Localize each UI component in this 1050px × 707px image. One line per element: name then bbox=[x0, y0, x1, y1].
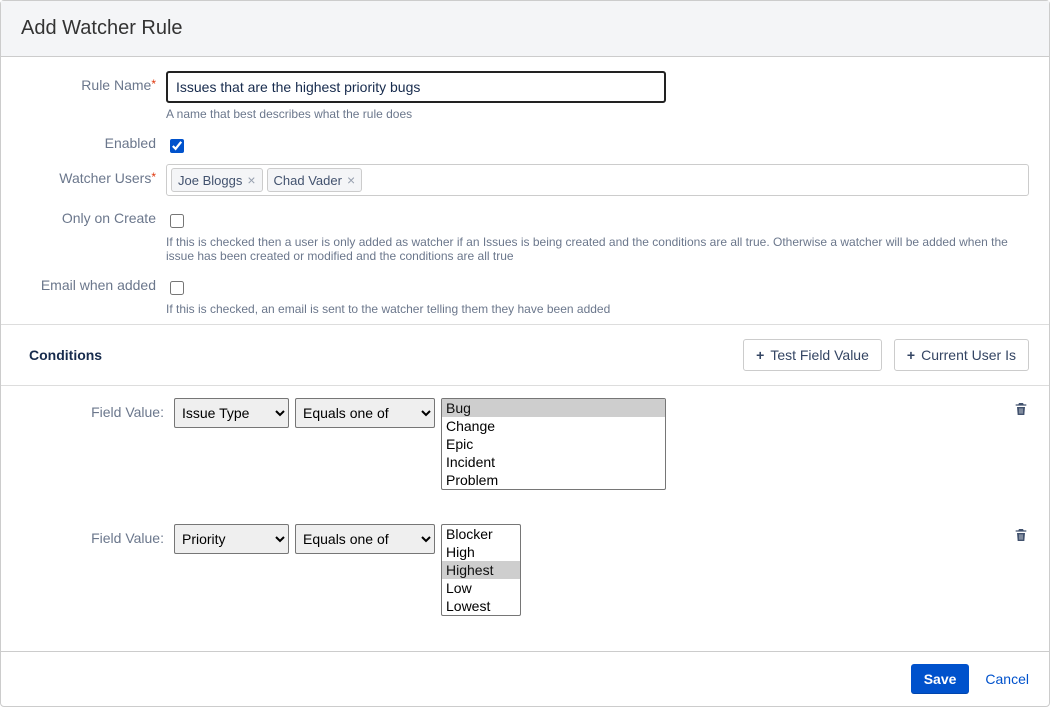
user-tag[interactable]: Joe Bloggs × bbox=[171, 168, 263, 192]
only-on-create-checkbox[interactable] bbox=[170, 214, 184, 228]
user-tag[interactable]: Chad Vader × bbox=[267, 168, 363, 192]
user-tag-label: Chad Vader bbox=[274, 173, 342, 188]
required-asterisk-icon: * bbox=[151, 77, 156, 91]
only-on-create-field: If this is checked then a user is only a… bbox=[166, 204, 1029, 263]
condition-label: Field Value: bbox=[21, 524, 166, 546]
watcher-users-field: Joe Bloggs × Chad Vader × bbox=[166, 164, 1029, 196]
operator-select[interactable]: Equals one of bbox=[295, 524, 435, 554]
dialog-header: Add Watcher Rule bbox=[1, 1, 1049, 57]
only-on-create-row: Only on Create If this is checked then a… bbox=[1, 200, 1049, 267]
watcher-users-label-text: Watcher Users bbox=[59, 170, 151, 186]
delete-condition-button[interactable] bbox=[1013, 398, 1029, 420]
only-on-create-label: Only on Create bbox=[21, 204, 166, 226]
plus-icon: + bbox=[907, 347, 915, 363]
enabled-label: Enabled bbox=[21, 129, 166, 151]
rule-name-input[interactable] bbox=[166, 71, 666, 103]
enabled-checkbox[interactable] bbox=[170, 139, 184, 153]
field-select[interactable]: Issue Type Priority bbox=[174, 524, 289, 554]
email-when-added-label: Email when added bbox=[21, 271, 166, 293]
delete-condition-button[interactable] bbox=[1013, 524, 1029, 546]
dialog-title: Add Watcher Rule bbox=[21, 17, 1029, 40]
cancel-button[interactable]: Cancel bbox=[985, 671, 1029, 687]
trash-icon bbox=[1013, 527, 1029, 543]
condition-row: Field Value: Issue Type Priority Equals … bbox=[1, 516, 1049, 624]
test-field-value-button[interactable]: + Test Field Value bbox=[743, 339, 882, 371]
rule-name-help: A name that best describes what the rule… bbox=[166, 107, 1029, 121]
watcher-users-input[interactable]: Joe Bloggs × Chad Vader × bbox=[166, 164, 1029, 196]
conditions-actions: + Test Field Value + Current User Is bbox=[743, 339, 1029, 371]
enabled-row: Enabled bbox=[1, 125, 1049, 160]
dialog-body-wrap: Rule Name* A name that best describes wh… bbox=[1, 57, 1049, 651]
dialog-body[interactable]: Rule Name* A name that best describes wh… bbox=[1, 57, 1049, 651]
user-tag-label: Joe Bloggs bbox=[178, 173, 242, 188]
field-select[interactable]: Issue Type Priority bbox=[174, 398, 289, 428]
test-field-value-label: Test Field Value bbox=[770, 347, 869, 363]
plus-icon: + bbox=[756, 347, 764, 363]
rule-name-row: Rule Name* A name that best describes wh… bbox=[1, 67, 1049, 125]
dialog-footer: Save Cancel bbox=[1, 651, 1049, 706]
rule-name-label-text: Rule Name bbox=[81, 77, 151, 93]
email-when-added-row: Email when added If this is checked, an … bbox=[1, 267, 1049, 320]
email-when-added-checkbox[interactable] bbox=[170, 281, 184, 295]
current-user-is-label: Current User Is bbox=[921, 347, 1016, 363]
conditions-header: Conditions + Test Field Value + Current … bbox=[1, 329, 1049, 381]
add-watcher-rule-dialog: Add Watcher Rule Rule Name* A name that … bbox=[0, 0, 1050, 707]
current-user-is-button[interactable]: + Current User Is bbox=[894, 339, 1029, 371]
required-asterisk-icon: * bbox=[151, 170, 156, 184]
watcher-users-row: Watcher Users* Joe Bloggs × Chad Vader × bbox=[1, 160, 1049, 200]
watcher-users-label: Watcher Users* bbox=[21, 164, 166, 186]
value-multiselect[interactable]: Bug Change Epic Incident Problem bbox=[441, 398, 666, 490]
condition-controls: Issue Type Priority Equals one of Bug Ch… bbox=[174, 398, 1029, 490]
scroll-filler bbox=[1, 624, 1049, 625]
trash-icon bbox=[1013, 401, 1029, 417]
email-when-added-help: If this is checked, an email is sent to … bbox=[166, 302, 1029, 316]
condition-row: Field Value: Issue Type Priority Equals … bbox=[1, 390, 1049, 498]
rule-name-field: A name that best describes what the rule… bbox=[166, 71, 1029, 121]
save-button[interactable]: Save bbox=[911, 664, 970, 694]
value-multiselect[interactable]: Blocker High Highest Low Lowest bbox=[441, 524, 521, 616]
rule-name-label: Rule Name* bbox=[21, 71, 166, 93]
enabled-field bbox=[166, 129, 1029, 156]
divider bbox=[1, 385, 1049, 386]
condition-label: Field Value: bbox=[21, 398, 166, 420]
email-when-added-field: If this is checked, an email is sent to … bbox=[166, 271, 1029, 316]
close-icon[interactable]: × bbox=[347, 173, 355, 187]
operator-select[interactable]: Equals one of bbox=[295, 398, 435, 428]
divider bbox=[1, 324, 1049, 325]
only-on-create-help: If this is checked then a user is only a… bbox=[166, 235, 1029, 263]
conditions-title: Conditions bbox=[29, 347, 102, 363]
close-icon[interactable]: × bbox=[247, 173, 255, 187]
condition-controls: Issue Type Priority Equals one of Blocke… bbox=[174, 524, 1029, 616]
